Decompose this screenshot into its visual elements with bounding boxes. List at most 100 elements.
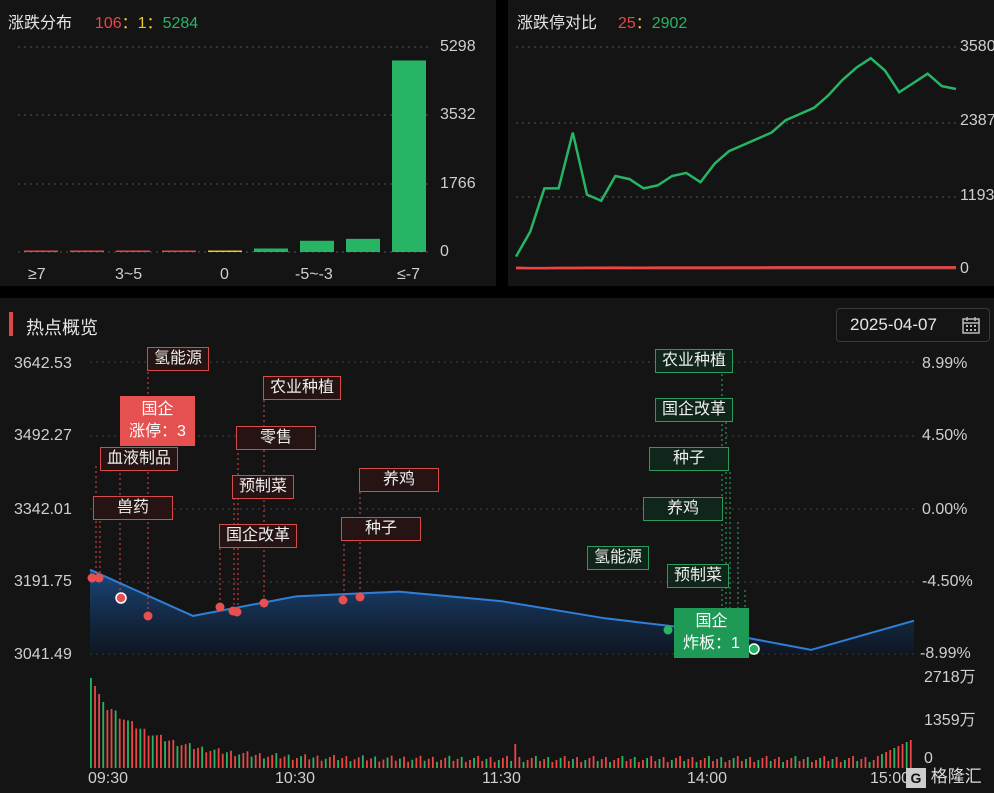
- volume-bar: [205, 752, 208, 768]
- volume-bar: [197, 747, 199, 768]
- tag-blood[interactable]: 血液制品: [100, 447, 179, 471]
- volume-bar: [279, 758, 282, 768]
- logo-icon: G: [906, 767, 926, 788]
- volume-bar: [201, 746, 204, 768]
- volume-bar: [168, 740, 171, 768]
- volume-bar: [864, 756, 867, 768]
- volume-bar: [221, 753, 224, 768]
- volume-bar: [806, 756, 809, 768]
- tag-retail[interactable]: 零售: [236, 426, 316, 450]
- tag-soe-broken-name: 国企: [695, 613, 728, 630]
- volume-bar: [110, 709, 113, 768]
- volume-bar: [794, 755, 797, 768]
- tag-chicken-down[interactable]: 养鸡: [643, 497, 723, 521]
- volume-bar: [679, 755, 681, 768]
- tag-soe-reform[interactable]: 国企改革: [219, 524, 298, 548]
- tag-vet-drug[interactable]: 兽药: [93, 496, 173, 520]
- volume-bar: [415, 757, 418, 768]
- volume-bar: [320, 760, 323, 768]
- tag-soe-broken[interactable]: 国企 炸板：1: [674, 608, 749, 658]
- volume-bar: [469, 759, 471, 768]
- volume-bar: [683, 760, 686, 768]
- volume-bar: [728, 759, 731, 768]
- volume-bar: [489, 756, 492, 768]
- tag-soe-limitup[interactable]: 国企 涨停：3: [120, 396, 195, 446]
- hot-marker: [94, 573, 104, 583]
- tag-soe-broken-count: 炸板：1: [683, 635, 740, 652]
- volume-bar: [563, 755, 566, 768]
- volume-bar: [506, 755, 508, 768]
- volume-bar: [502, 757, 504, 768]
- volume-bar: [534, 755, 537, 768]
- tag-prepared-food[interactable]: 预制菜: [232, 475, 295, 499]
- volume-bar: [114, 710, 117, 768]
- volume-bar: [596, 760, 599, 768]
- volume-bar: [337, 760, 339, 768]
- tag-agriculture[interactable]: 农业种植: [263, 376, 342, 400]
- volume-bar: [473, 757, 475, 768]
- volume-bar: [555, 759, 558, 768]
- volume-bar: [386, 757, 389, 768]
- volume-bar: [464, 761, 467, 768]
- volume-bar: [522, 761, 525, 768]
- volume-bar: [662, 756, 665, 768]
- volume-bar: [209, 750, 212, 768]
- volume-bar: [868, 761, 871, 768]
- volume-bar: [440, 759, 442, 768]
- volume-bar: [740, 760, 743, 768]
- volume-bar: [254, 754, 257, 768]
- volume-bar: [514, 744, 517, 768]
- volume-bar: [703, 757, 706, 768]
- time-label: 10:30: [275, 770, 316, 787]
- volume-bar: [382, 759, 385, 768]
- volume-bar: [691, 756, 694, 768]
- tag-seed[interactable]: 种子: [341, 517, 421, 541]
- volume-bar: [147, 735, 150, 768]
- hot-marker: [215, 602, 225, 612]
- tag-prepared-food-down[interactable]: 预制菜: [667, 564, 730, 588]
- tag-hydrogen-down[interactable]: 氢能源: [587, 546, 650, 570]
- volume-bar: [518, 756, 521, 768]
- volume-bar: [835, 756, 838, 768]
- volume-bar: [328, 756, 331, 768]
- volume-bar: [345, 756, 348, 768]
- volume-bar: [642, 759, 644, 768]
- hot-marker-focus: [115, 592, 127, 604]
- tag-chicken[interactable]: 养鸡: [359, 468, 439, 492]
- volume-bar: [234, 756, 236, 768]
- volume-bar: [839, 761, 842, 768]
- volume-bar: [712, 760, 714, 768]
- tag-soe-reform-down[interactable]: 国企改革: [655, 398, 734, 422]
- volume-bar: [654, 760, 657, 768]
- volume-bar: [802, 758, 805, 768]
- volume-bar: [530, 757, 533, 768]
- volume-bar: [745, 758, 747, 768]
- volume-bar: [716, 758, 719, 768]
- volume-bar: [860, 758, 863, 768]
- volume-bar: [188, 743, 191, 768]
- tag-hydrogen[interactable]: 氢能源: [147, 347, 210, 371]
- volume-bar: [242, 752, 245, 768]
- volume-bar: [753, 761, 756, 768]
- tag-seed-down[interactable]: 种子: [649, 447, 729, 471]
- volume-bar: [213, 749, 216, 768]
- volume-bar: [526, 759, 529, 768]
- volume-bar: [901, 744, 904, 768]
- volume-bar: [131, 721, 133, 768]
- volume-bar: [275, 753, 278, 768]
- volume-bar: [625, 760, 628, 768]
- volume-bar: [543, 758, 545, 768]
- volume-bar: [666, 761, 669, 768]
- volume-bar: [732, 757, 735, 768]
- volume-bar: [497, 759, 500, 768]
- volume-bar: [444, 757, 447, 768]
- volume-bar: [291, 759, 294, 768]
- watermark: G 格隆汇: [906, 762, 982, 788]
- tag-agriculture-down[interactable]: 农业种植: [655, 349, 734, 373]
- volume-bar: [852, 755, 854, 768]
- volume-bar: [889, 750, 892, 768]
- vol-tick: 2718万: [924, 669, 976, 686]
- pct-tick: -8.99%: [920, 645, 971, 662]
- volume-bar: [316, 755, 319, 768]
- volume-bar: [798, 760, 801, 768]
